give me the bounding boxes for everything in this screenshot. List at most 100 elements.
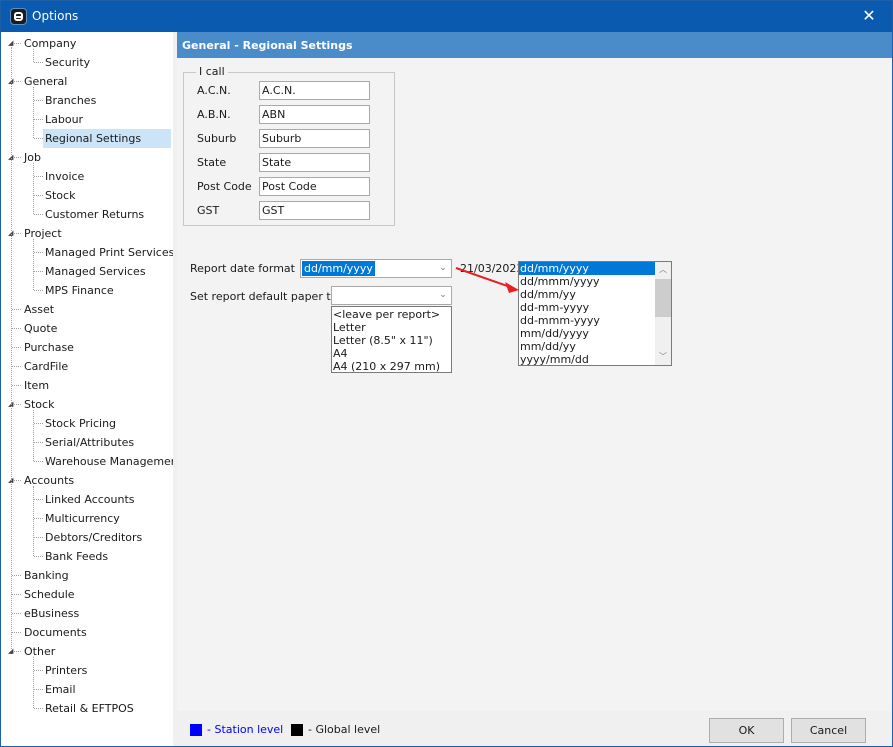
field-input-a-c-n[interactable] (259, 81, 370, 100)
expand-triangle-icon[interactable]: ◢ (8, 77, 16, 85)
sidebar-item-stock[interactable]: Stock (43, 186, 77, 205)
sidebar-item-ebusiness[interactable]: eBusiness (22, 604, 81, 623)
sidebar-item-invoice[interactable]: Invoice (43, 167, 86, 186)
date-format-option[interactable]: yyyy/mm/dd (519, 353, 655, 365)
title-bar[interactable]: Options ✕ (1, 1, 892, 32)
paper-option[interactable]: Letter (8.5" x 11") (332, 334, 451, 347)
date-format-listbox[interactable]: dd/mm/yyyy dd/mmm/yyyy dd/mm/yy dd-mm-yyyy d… (518, 261, 672, 366)
sidebar-item-printers[interactable]: Printers (43, 661, 89, 680)
expand-triangle-icon[interactable]: ◢ (8, 153, 16, 161)
sidebar-item-asset[interactable]: Asset (22, 300, 56, 319)
report-date-format-combo[interactable]: dd/mm/yyyy ⌄ (300, 259, 452, 278)
date-format-option[interactable]: dd/mmm/yyyy (519, 275, 655, 288)
default-paper-combo[interactable]: ⌄ (331, 286, 452, 305)
sidebar-item-label: Branches (45, 94, 97, 107)
sidebar-item-schedule[interactable]: Schedule (22, 585, 77, 604)
sidebar-item-multicurrency[interactable]: Multicurrency (43, 509, 122, 528)
paper-option[interactable]: A4 (332, 347, 451, 360)
tree-connector (34, 423, 43, 424)
date-format-option[interactable]: dd/mm/yy (519, 288, 655, 301)
sidebar-item-mps-finance[interactable]: MPS Finance (43, 281, 116, 300)
tree-connector (12, 366, 21, 367)
tree-connector (34, 271, 43, 272)
default-paper-listbox[interactable]: <leave per report> Letter Letter (8.5" x 1… (331, 306, 452, 373)
sidebar-item-debtors-creditors[interactable]: Debtors/Creditors (43, 528, 144, 547)
scroll-down-icon[interactable]: ﹀ (655, 349, 671, 365)
scroll-thumb[interactable] (655, 279, 671, 317)
sidebar-item-item[interactable]: Item (22, 376, 51, 395)
sidebar-item-accounts[interactable]: Accounts (22, 471, 76, 490)
sidebar-item-label: Regional Settings (43, 129, 171, 148)
paper-option[interactable]: <leave per report> (332, 308, 451, 321)
sidebar-item-label: Email (45, 683, 76, 696)
tree-connector (33, 239, 34, 290)
sidebar-item-stock[interactable]: Stock (22, 395, 56, 414)
sidebar-item-retail-eftpos[interactable]: Retail & EFTPOS (43, 699, 136, 718)
field-input-a-b-n[interactable] (259, 105, 370, 124)
tree-connector (12, 613, 21, 614)
annotation-arrow-line (455, 267, 514, 289)
paper-option[interactable]: A4 (210 x 297 mm) (332, 360, 451, 372)
sidebar-item-documents[interactable]: Documents (22, 623, 89, 642)
close-button[interactable]: ✕ (846, 1, 892, 32)
sidebar-item-label: Invoice (45, 170, 85, 183)
station-level-legend: - Station level (207, 723, 284, 736)
sidebar-item-label: Debtors/Creditors (45, 531, 143, 544)
tree-connector (34, 138, 43, 139)
date-format-option[interactable]: dd/mm/yyyy (519, 262, 655, 275)
sidebar-item-bank-feeds[interactable]: Bank Feeds (43, 547, 110, 566)
sidebar-item-purchase[interactable]: Purchase (22, 338, 76, 357)
sidebar-item-label: Stock (45, 189, 76, 202)
tree-connector (33, 87, 34, 138)
tree-connector (11, 47, 12, 651)
sidebar-item-project[interactable]: Project (22, 224, 64, 243)
sidebar-item-stock-pricing[interactable]: Stock Pricing (43, 414, 118, 433)
expand-triangle-icon[interactable]: ◢ (8, 229, 16, 237)
date-format-option[interactable]: dd-mm-yyyy (519, 301, 655, 314)
expand-triangle-icon[interactable]: ◢ (8, 647, 16, 655)
tree-connector (34, 537, 43, 538)
expand-triangle-icon[interactable]: ◢ (8, 400, 16, 408)
sidebar-item-label: Project (24, 227, 62, 240)
sidebar-item-labour[interactable]: Labour (43, 110, 85, 129)
sidebar-item-customer-returns[interactable]: Customer Returns (43, 205, 146, 224)
tree-connector (34, 119, 43, 120)
expand-triangle-icon[interactable]: ◢ (8, 39, 16, 47)
paper-option[interactable]: Letter (332, 321, 451, 334)
expand-triangle-icon[interactable]: ◢ (8, 476, 16, 484)
date-format-option[interactable]: dd-mmm-yyyy (519, 314, 655, 327)
date-format-option[interactable]: mm/dd/yyyy (519, 327, 655, 340)
ok-button[interactable]: OK (709, 718, 784, 743)
sidebar-item-managed-services[interactable]: Managed Services (43, 262, 148, 281)
cancel-button[interactable]: Cancel (791, 718, 866, 743)
sidebar-item-banking[interactable]: Banking (22, 566, 71, 585)
sidebar-item-quote[interactable]: Quote (22, 319, 59, 338)
section-header: General - Regional Settings (177, 32, 892, 58)
date-format-scrollbar[interactable]: ︿ ﹀ (655, 262, 671, 365)
sidebar-item-linked-accounts[interactable]: Linked Accounts (43, 490, 137, 509)
field-input-gst[interactable] (259, 201, 370, 220)
sidebar-item-email[interactable]: Email (43, 680, 78, 699)
sidebar-item-label: Other (24, 645, 56, 658)
sidebar-item-label: Stock Pricing (45, 417, 117, 430)
field-input-post-code[interactable] (259, 177, 370, 196)
sidebar-item-regional-settings[interactable]: Regional Settings (43, 129, 171, 148)
sidebar-item-label: Documents (24, 626, 87, 639)
sidebar-item-label: General (24, 75, 68, 88)
sidebar-item-label: Retail & EFTPOS (45, 702, 134, 715)
date-format-option[interactable]: mm/dd/yy (519, 340, 655, 353)
sidebar-item-warehouse-management[interactable]: Warehouse Management (43, 452, 177, 471)
scroll-up-icon[interactable]: ︿ (655, 262, 671, 278)
sidebar-item-serial-attributes[interactable]: Serial/Attributes (43, 433, 136, 452)
sidebar-item-branches[interactable]: Branches (43, 91, 98, 110)
sidebar-item-managed-print-services[interactable]: Managed Print Services (43, 243, 176, 262)
sidebar-item-label: Asset (24, 303, 55, 316)
sidebar-item-general[interactable]: General (22, 72, 69, 91)
sidebar-item-label: Bank Feeds (45, 550, 109, 563)
sidebar-item-other[interactable]: Other (22, 642, 57, 661)
field-input-suburb[interactable] (259, 129, 370, 148)
field-input-state[interactable] (259, 153, 370, 172)
sidebar-item-company[interactable]: Company (22, 34, 78, 53)
sidebar-item-cardfile[interactable]: CardFile (22, 357, 70, 376)
sidebar-item-security[interactable]: Security (43, 53, 92, 72)
